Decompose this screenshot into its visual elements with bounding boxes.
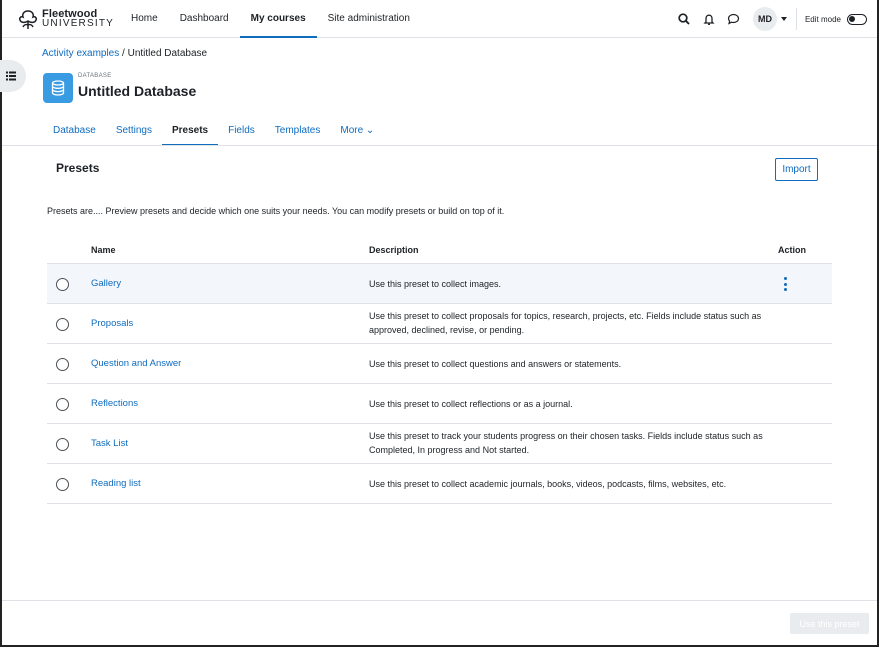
preset-name-link[interactable]: Reading list xyxy=(91,478,141,489)
preset-name-link[interactable]: Question and Answer xyxy=(91,358,181,369)
use-preset-button[interactable]: Use this preset xyxy=(790,613,869,634)
preset-name-link[interactable]: Task List xyxy=(91,438,128,449)
user-nav: MD Edit mode xyxy=(666,0,867,38)
preset-radio[interactable] xyxy=(56,318,69,331)
nav-home[interactable]: Home xyxy=(120,0,169,38)
table-row: Proposals Use this preset to collect pro… xyxy=(47,304,832,344)
chat-icon[interactable] xyxy=(727,12,741,26)
preset-name-link[interactable]: Proposals xyxy=(91,318,133,329)
drawer-list-icon xyxy=(6,71,16,81)
tab-fields[interactable]: Fields xyxy=(218,118,265,146)
table-row: Task List Use this preset to track your … xyxy=(47,424,832,464)
site-logo[interactable]: Fleetwood UNIVERSITY xyxy=(18,8,114,30)
table-row: Gallery Use this preset to collect image… xyxy=(47,264,832,304)
preset-radio[interactable] xyxy=(56,358,69,371)
top-navbar: Fleetwood UNIVERSITY Home Dashboard My c… xyxy=(2,0,877,38)
preset-description: Use this preset to collect questions and… xyxy=(369,359,622,369)
edit-mode-toggle[interactable] xyxy=(847,13,867,25)
avatar[interactable]: MD xyxy=(752,7,777,31)
nav-dashboard[interactable]: Dashboard xyxy=(169,0,240,38)
activity-type-label: DATABASE xyxy=(78,73,112,79)
flower-logo-icon xyxy=(19,10,37,29)
kebab-menu-icon[interactable] xyxy=(781,276,789,292)
tab-more[interactable]: More ⌄ xyxy=(330,118,384,146)
preset-radio[interactable] xyxy=(56,398,69,411)
tab-templates[interactable]: Templates xyxy=(265,118,331,146)
preset-name-link[interactable]: Gallery xyxy=(91,278,121,289)
chevron-down-icon[interactable] xyxy=(780,17,787,21)
breadcrumb: Activity examples / Untitled Database xyxy=(42,48,207,59)
preset-description: Use this preset to collect reflections o… xyxy=(369,399,573,409)
tab-settings[interactable]: Settings xyxy=(106,118,162,146)
presets-table: Name Description Action Gallery Use this… xyxy=(47,238,832,504)
divider xyxy=(2,600,877,601)
import-button[interactable]: Import xyxy=(775,158,818,181)
edit-mode-label: Edit mode xyxy=(804,14,841,24)
divider xyxy=(2,145,877,146)
presets-intro-text: Presets are.... Preview presets and deci… xyxy=(47,206,505,216)
column-header-name: Name xyxy=(91,245,116,255)
secondary-nav: Database Settings Presets Fields Templat… xyxy=(43,118,384,146)
brand-subtitle: UNIVERSITY xyxy=(42,18,115,29)
preset-description: Use this preset to track your students p… xyxy=(369,431,763,455)
preset-radio[interactable] xyxy=(56,438,69,451)
preset-description: Use this preset to collect proposals for… xyxy=(369,311,762,335)
primary-nav: Home Dashboard My courses Site administr… xyxy=(120,0,421,38)
preset-radio[interactable] xyxy=(56,278,69,291)
table-header: Name Description Action xyxy=(47,238,832,264)
preset-name-link[interactable]: Reflections xyxy=(91,398,138,409)
preset-radio[interactable] xyxy=(56,478,69,491)
bell-icon[interactable] xyxy=(702,12,716,26)
breadcrumb-separator: / xyxy=(119,48,128,59)
table-row: Question and Answer Use this preset to c… xyxy=(47,344,832,384)
breadcrumb-current: Untitled Database xyxy=(127,48,208,59)
table-row: Reading list Use this preset to collect … xyxy=(47,464,832,504)
tab-presets[interactable]: Presets xyxy=(161,118,219,146)
preset-description: Use this preset to collect academic jour… xyxy=(369,479,727,489)
tab-database[interactable]: Database xyxy=(43,118,106,146)
preset-description: Use this preset to collect images. xyxy=(369,279,502,289)
database-icon xyxy=(43,73,73,103)
page-title: Untitled Database xyxy=(78,83,197,99)
divider xyxy=(795,8,797,30)
breadcrumb-parent-link[interactable]: Activity examples xyxy=(42,48,119,59)
nav-site-administration[interactable]: Site administration xyxy=(317,0,421,38)
search-icon[interactable] xyxy=(677,12,691,26)
nav-my-courses[interactable]: My courses xyxy=(239,0,317,38)
column-header-action: Action xyxy=(778,245,806,255)
table-row: Reflections Use this preset to collect r… xyxy=(47,384,832,424)
section-title: Presets xyxy=(56,161,100,175)
column-header-description: Description xyxy=(369,245,419,255)
